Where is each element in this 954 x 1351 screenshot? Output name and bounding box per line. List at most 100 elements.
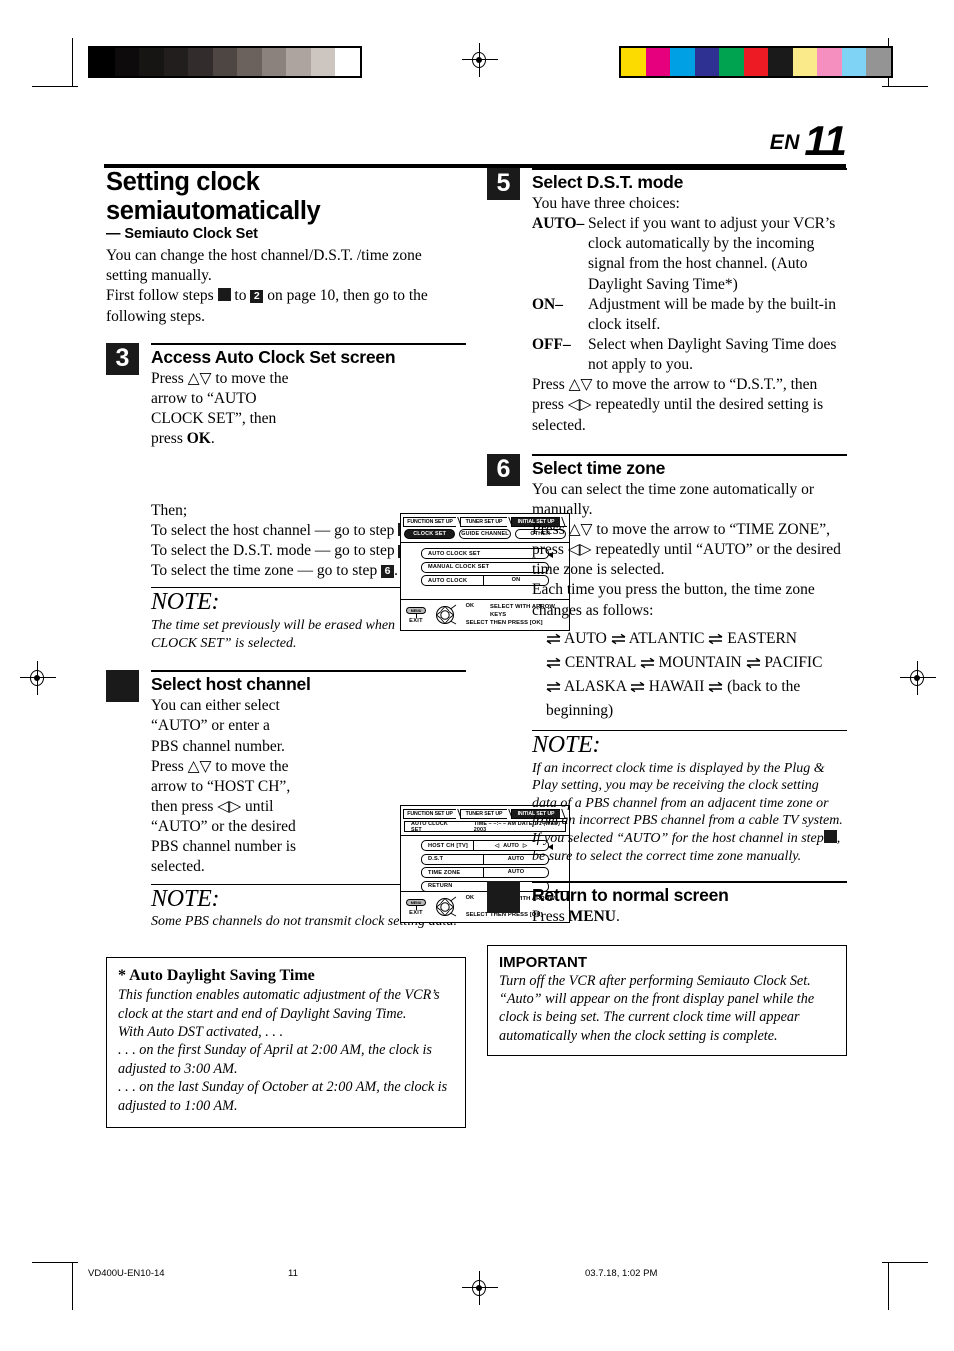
page-subtitle: — Semiauto Clock Set xyxy=(106,226,258,243)
cycle-item-hawaii: HAWAII xyxy=(648,677,705,695)
grayscale-swatch-6 xyxy=(237,48,262,76)
crop-mark-right-upper xyxy=(882,86,928,87)
osd2-menu-key[interactable]: MENU EXIT xyxy=(406,898,426,916)
footer-doc-id: VD400U-EN10-14 xyxy=(88,1268,165,1279)
page-header: EN 11 xyxy=(104,117,847,168)
step-5-choice-off-term: OFF– xyxy=(532,335,571,353)
osd1-menu-key[interactable]: MENU EXIT xyxy=(406,606,426,624)
step-4-number-icon xyxy=(106,670,139,703)
step-6-para-2: Press △▽ to move the arrow to “TIME ZONE… xyxy=(532,520,841,579)
step-5: 5 Select D.S.T. mode You have three choi… xyxy=(487,168,847,436)
step-chip-1-icon xyxy=(217,288,231,302)
then-line-3-chip: 6 xyxy=(381,565,395,579)
osd2-row-dst-label: D.S.T xyxy=(428,856,444,862)
step-6-cycle-line-3: ALASKA HAWAII (back to the beginning) xyxy=(546,675,847,723)
step-5-choice-off: OFF– Select when Daylight Saving Time do… xyxy=(532,335,847,375)
step-3-text: Press △▽ to move the arrow to “AUTO CLOC… xyxy=(151,369,301,450)
step-6-para-3: Each time you press the button, the time… xyxy=(532,581,815,619)
step-5-body: Select D.S.T. mode You have three choice… xyxy=(532,168,847,436)
osd2-header-title: AUTO CLOCK SET xyxy=(411,820,448,833)
osd2-dpad-icon[interactable]: OK SELECT xyxy=(432,895,488,918)
cycle-arrow-icon xyxy=(640,657,655,669)
step-7-text-prefix: Press xyxy=(532,908,569,926)
osd1-ok-label: OK xyxy=(465,603,474,609)
right-column: 5 Select D.S.T. mode You have three choi… xyxy=(487,168,847,1057)
cycle-arrow-icon xyxy=(546,633,561,645)
step-3: 3 Access Auto Clock Set screen Press △▽ … xyxy=(106,342,466,499)
note-body-step6: If an incorrect clock time is displayed … xyxy=(532,760,847,866)
then-line-2-text: To select the D.S.T. mode — go to step xyxy=(151,541,395,559)
step-5-outro: Press △▽ to move the arrow to “D.S.T.”, … xyxy=(532,376,824,434)
then-line-1-text: To select the host channel — go to step xyxy=(151,521,395,539)
step-5-choice-auto-desc: Select if you want to adjust your VCR’s … xyxy=(588,215,836,293)
intro-line-2: setting manually. xyxy=(106,267,212,285)
step-7: Return to normal screen Press MENU. xyxy=(487,881,847,927)
color-swatch-3 xyxy=(694,48,719,76)
then-line-3-text: To select the time zone — go to step xyxy=(151,562,378,580)
page-language-code: EN xyxy=(769,131,800,154)
cycle-item-pacific: PACIFIC xyxy=(764,653,823,671)
color-swatch-10 xyxy=(866,48,891,76)
color-swatch-8 xyxy=(817,48,842,76)
intro-line-1: You can change the host channel/D.S.T. /… xyxy=(106,247,422,265)
step-5-choice-auto-term: AUTO– xyxy=(532,215,585,233)
footer-timestamp: 03.7.18, 1:02 PM xyxy=(585,1268,658,1279)
grayscale-swatch-7 xyxy=(261,48,286,76)
osd2-row-time-zone-label: TIME ZONE xyxy=(428,869,461,876)
registration-mark-right xyxy=(900,661,936,695)
step-6-cycle-line-1: AUTO ATLANTIC EASTERN xyxy=(546,627,847,651)
callout-important-body: Turn off the VCR after performing Semiau… xyxy=(499,972,815,1044)
grayscale-swatch-2 xyxy=(139,48,164,76)
osd2-menu-key-cap: MENU xyxy=(406,898,426,906)
step-3-ok-key: OK xyxy=(186,430,211,448)
step-3-number: 3 xyxy=(106,342,139,375)
color-calibration-bar xyxy=(619,46,893,78)
step-7-body: Return to normal screen Press MENU. xyxy=(532,881,847,927)
intro-line-3a: First follow steps xyxy=(106,287,214,305)
osd2-exit-label: EXIT xyxy=(409,909,423,916)
step-5-choice-off-desc: Select when Daylight Saving Time does no… xyxy=(588,335,837,374)
cycle-item-auto: AUTO xyxy=(564,629,607,647)
callout-auto-dst-body: This function enables automatic adjustme… xyxy=(118,986,454,1115)
step-5-choice-on: ON– Adjustment will be made by the built… xyxy=(532,295,847,335)
left-column: Setting clock semiautomatically — Semiau… xyxy=(106,168,570,1129)
osd1-exit-label: EXIT xyxy=(409,617,423,624)
color-swatch-2 xyxy=(670,48,695,76)
grayscale-swatch-8 xyxy=(286,48,311,76)
step-3-text-suffix: . xyxy=(210,430,215,448)
callout-dst-line-3: . . . on the first Sunday of April at 2:… xyxy=(118,1042,432,1059)
osd2-ok-label: OK xyxy=(465,895,474,901)
osd1-dpad-icon[interactable]: OK SELECT xyxy=(432,603,488,626)
osd1-menu-key-cap: MENU xyxy=(406,606,426,614)
osd2-tab-function-set-up[interactable]: FUNCTION SET UP xyxy=(403,809,456,819)
step-4-text: You can either select “AUTO” or enter a … xyxy=(151,697,297,876)
crop-mark-right-bottom xyxy=(888,1262,889,1310)
osd1-select-label: SELECT xyxy=(465,620,488,626)
step-7-title: Return to normal screen xyxy=(532,885,729,906)
step-7-text: Press MENU. xyxy=(532,907,847,927)
note-body-step6-a: If an incorrect clock time is displayed … xyxy=(532,760,843,847)
cycle-arrow-icon xyxy=(708,681,723,693)
color-swatch-9 xyxy=(841,48,866,76)
step-6-body: Select time zone You can select the time… xyxy=(532,453,847,866)
callout-dst-line-0: This function enables automatic adjustme… xyxy=(118,987,440,1004)
cycle-arrow-icon xyxy=(630,681,645,693)
color-swatch-0 xyxy=(621,48,646,76)
osd1-subtab-clock-set[interactable]: CLOCK SET xyxy=(404,529,456,539)
intro-line-4: following steps. xyxy=(106,307,206,325)
page-title: Setting clock semiautomatically xyxy=(106,168,321,225)
callout-dst-line-6: adjusted to 1:00 AM. xyxy=(118,1097,238,1114)
step-5-choices: AUTO– Select if you want to adjust your … xyxy=(532,214,847,375)
step-3-title: Access Auto Clock Set screen xyxy=(151,346,396,367)
step-7-text-suffix: . xyxy=(615,908,620,926)
step-5-number: 5 xyxy=(487,168,520,200)
callout-dst-line-2: With Auto DST activated, . . . xyxy=(118,1024,283,1041)
color-swatch-1 xyxy=(645,48,670,76)
osd1-tab-function-set-up[interactable]: FUNCTION SET UP xyxy=(403,517,456,527)
callout-dst-line-1: clock at the start and end of Daylight S… xyxy=(118,1005,407,1022)
callout-dst-line-5: . . . on the last Sunday of October at 2… xyxy=(118,1079,448,1096)
grayscale-swatch-0 xyxy=(90,48,115,76)
color-swatch-6 xyxy=(768,48,793,76)
callout-auto-dst-title: * Auto Daylight Saving Time xyxy=(118,967,315,985)
page-number: 11 xyxy=(804,117,847,164)
